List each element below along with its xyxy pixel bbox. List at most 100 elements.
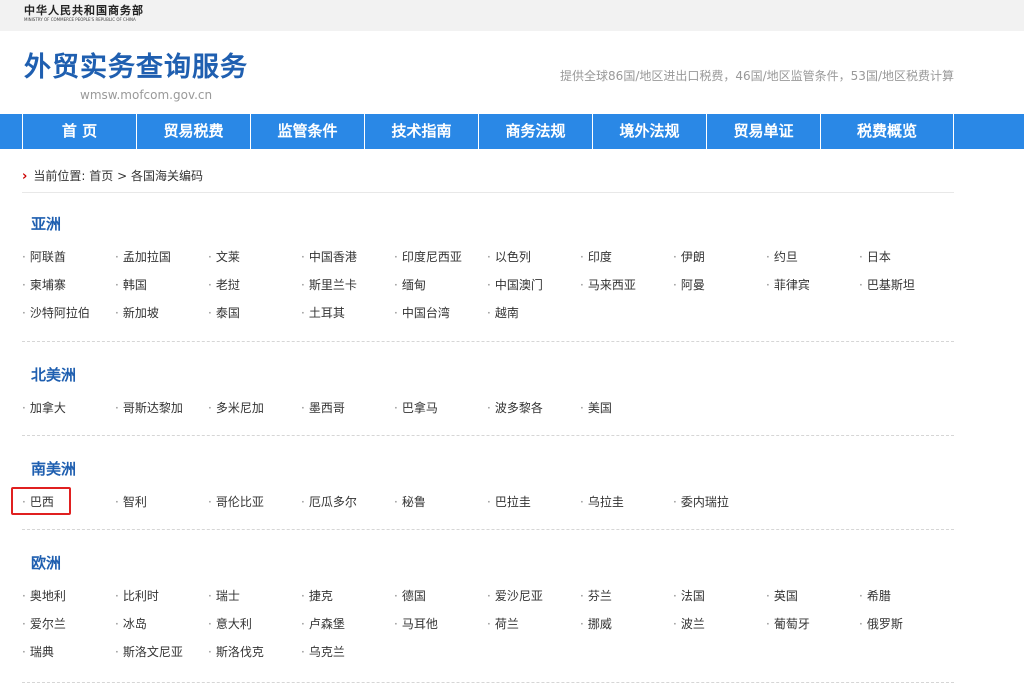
country-link[interactable]: · 瑞士	[208, 588, 240, 604]
country-link[interactable]: · 冰岛	[115, 616, 147, 632]
site-title[interactable]: 外贸实务查询服务	[24, 50, 248, 86]
nav-item-foreign-law[interactable]: 境外法规	[592, 114, 706, 149]
country-link[interactable]: · 多米尼加	[208, 400, 264, 416]
country-link[interactable]: · 马来西亚	[580, 277, 636, 293]
country-link[interactable]: · 泰国	[208, 305, 240, 321]
country-link[interactable]: · 捷克	[301, 588, 333, 604]
country-label: 阿曼	[680, 278, 705, 292]
nav-item-commerce-law[interactable]: 商务法规	[478, 114, 592, 149]
country-link[interactable]: · 孟加拉国	[115, 249, 171, 265]
country-link[interactable]: · 智利	[115, 494, 147, 510]
country-link[interactable]: · 印度	[580, 249, 612, 265]
country-link[interactable]: · 巴拉圭	[487, 494, 531, 510]
country-link[interactable]: · 瑞典	[22, 644, 54, 660]
country-link[interactable]: · 美国	[580, 400, 612, 416]
country-link[interactable]: · 葡萄牙	[766, 616, 810, 632]
country-link[interactable]: · 约旦	[766, 249, 798, 265]
country-link[interactable]: · 巴基斯坦	[859, 277, 915, 293]
country-link[interactable]: · 菲律宾	[766, 277, 810, 293]
country-link[interactable]: · 德国	[394, 588, 426, 604]
country-label: 孟加拉国	[122, 250, 171, 264]
country-link[interactable]: · 比利时	[115, 588, 159, 604]
country-label: 加拿大	[29, 401, 66, 415]
country-link[interactable]: · 巴拿马	[394, 400, 438, 416]
bullet-icon: ·	[301, 250, 305, 264]
country-link[interactable]: · 奥地利	[22, 588, 66, 604]
country-label: 瑞典	[29, 645, 54, 659]
country-link[interactable]: · 沙特阿拉伯	[22, 305, 90, 321]
country-link[interactable]: · 伊朗	[673, 249, 705, 265]
country-link[interactable]: · 阿联酋	[22, 249, 66, 265]
country-link[interactable]: · 厄瓜多尔	[301, 494, 357, 510]
country-link[interactable]: · 意大利	[208, 616, 252, 632]
nav-item-trade-tax[interactable]: 贸易税费	[136, 114, 250, 149]
country-link[interactable]: · 以色列	[487, 249, 531, 265]
country-link[interactable]: · 乌克兰	[301, 644, 345, 660]
country-link[interactable]: · 荷兰	[487, 616, 519, 632]
country-link[interactable]: · 中国台湾	[394, 305, 450, 321]
country-link[interactable]: · 斯洛伐克	[208, 644, 264, 660]
country-link[interactable]: · 秘鲁	[394, 494, 426, 510]
nav-item-tech-guide[interactable]: 技术指南	[364, 114, 478, 149]
bullet-icon: ·	[766, 589, 770, 603]
nav-item-tax-overview[interactable]: 税费概览	[820, 114, 954, 149]
country-link[interactable]: · 爱沙尼亚	[487, 588, 543, 604]
section-divider	[22, 435, 954, 436]
bullet-icon: ·	[487, 278, 491, 292]
country-link[interactable]: · 印度尼西亚	[394, 249, 462, 265]
country-link[interactable]: · 马耳他	[394, 616, 438, 632]
ministry-logo[interactable]: 中华人民共和国商务部 MINISTRY OF COMMERCE PEOPLE'S…	[24, 4, 144, 23]
country-link[interactable]: · 阿曼	[673, 277, 705, 293]
country-link[interactable]: · 柬埔寨	[22, 277, 66, 293]
country-link[interactable]: · 波多黎各	[487, 400, 543, 416]
country-label: 美国	[587, 401, 612, 415]
country-link[interactable]: · 加拿大	[22, 400, 66, 416]
country-link[interactable]: · 韩国	[115, 277, 147, 293]
country-link[interactable]: · 中国香港	[301, 249, 357, 265]
country-link[interactable]: · 土耳其	[301, 305, 345, 321]
country-link[interactable]: · 越南	[487, 305, 519, 321]
bullet-icon: ·	[115, 589, 119, 603]
country-label: 厄瓜多尔	[308, 495, 357, 509]
breadcrumb-divider	[22, 192, 954, 193]
country-link[interactable]: · 老挝	[208, 277, 240, 293]
country-link[interactable]: · 中国澳门	[487, 277, 543, 293]
country-link[interactable]: · 波兰	[673, 616, 705, 632]
nav-item-regulatory[interactable]: 监管条件	[250, 114, 364, 149]
country-link[interactable]: · 委内瑞拉	[673, 494, 729, 510]
country-link[interactable]: · 乌拉圭	[580, 494, 624, 510]
bullet-icon: ·	[580, 278, 584, 292]
country-link[interactable]: · 墨西哥	[301, 400, 345, 416]
ministry-name-en: MINISTRY OF COMMERCE PEOPLE'S REPUBLIC O…	[24, 17, 136, 22]
breadcrumb-home[interactable]: 首页	[89, 169, 113, 183]
country-link[interactable]: · 芬兰	[580, 588, 612, 604]
nav-item-home[interactable]: 首 页	[22, 114, 136, 149]
bullet-icon: ·	[673, 250, 677, 264]
country-link[interactable]: · 卢森堡	[301, 616, 345, 632]
country-link[interactable]: · 文莱	[208, 249, 240, 265]
country-link[interactable]: · 斯里兰卡	[301, 277, 357, 293]
country-link[interactable]: · 日本	[859, 249, 891, 265]
country-link[interactable]: · 法国	[673, 588, 705, 604]
breadcrumb-prefix: 当前位置:	[33, 169, 86, 183]
bullet-icon: ·	[301, 278, 305, 292]
country-label: 马耳他	[401, 617, 438, 631]
country-link[interactable]: · 哥伦比亚	[208, 494, 264, 510]
country-link[interactable]: · 哥斯达黎加	[115, 400, 183, 416]
country-link[interactable]: · 新加坡	[115, 305, 159, 321]
top-bar: 中华人民共和国商务部 MINISTRY OF COMMERCE PEOPLE'S…	[0, 0, 1024, 31]
country-link[interactable]: · 缅甸	[394, 277, 426, 293]
country-link[interactable]: · 希腊	[859, 588, 891, 604]
bullet-icon: ·	[115, 278, 119, 292]
country-label: 智利	[122, 495, 147, 509]
country-label: 文莱	[215, 250, 240, 264]
country-link[interactable]: · 俄罗斯	[859, 616, 903, 632]
nav-item-trade-docs[interactable]: 贸易单证	[706, 114, 820, 149]
country-link[interactable]: · 挪威	[580, 616, 612, 632]
bullet-icon: ·	[208, 645, 212, 659]
country-link[interactable]: · 斯洛文尼亚	[115, 644, 183, 660]
country-link[interactable]: · 爱尔兰	[22, 616, 66, 632]
country-link[interactable]: · 英国	[766, 588, 798, 604]
bullet-icon: ·	[22, 278, 26, 292]
country-label: 乌拉圭	[587, 495, 624, 509]
